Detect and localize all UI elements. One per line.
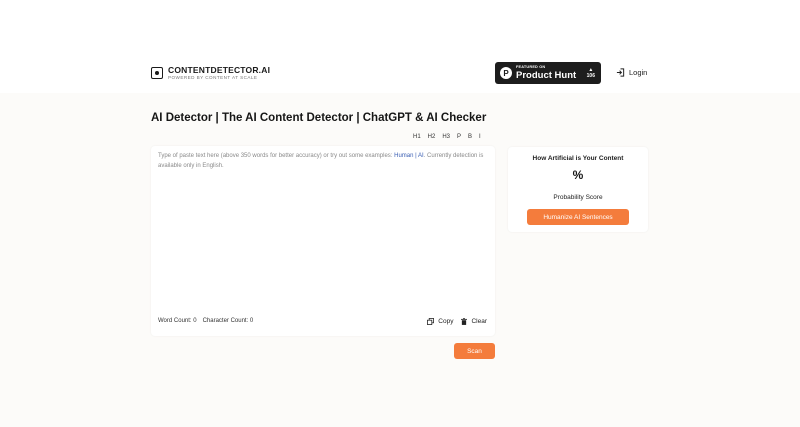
trash-icon — [461, 318, 468, 325]
format-h2-button[interactable]: H2 — [428, 134, 436, 140]
product-hunt-votes: ▲ 106 — [586, 66, 595, 79]
format-italic-button[interactable]: I — [479, 134, 481, 140]
format-p-button[interactable]: P — [457, 134, 461, 140]
copy-button[interactable]: Copy — [427, 318, 453, 325]
probability-score-label: Probability Score — [553, 194, 603, 201]
site-header: CONTENTDETECTOR.AI POWERED BY CONTENT AT… — [0, 0, 800, 93]
product-hunt-name: Product Hunt — [516, 69, 577, 81]
site-logo[interactable]: CONTENTDETECTOR.AI POWERED BY CONTENT AT… — [151, 66, 270, 81]
format-h1-button[interactable]: H1 — [413, 134, 421, 140]
login-icon — [616, 68, 625, 77]
logo-text: CONTENTDETECTOR.AI POWERED BY CONTENT AT… — [168, 66, 270, 81]
word-count: Word Count: 0 — [158, 318, 197, 324]
probability-percent: % — [572, 168, 584, 182]
text-editor[interactable]: Type of paste text here (above 350 words… — [151, 146, 495, 336]
format-bold-button[interactable]: B — [468, 134, 472, 140]
product-hunt-icon: P — [500, 67, 512, 79]
placeholder-text-before: Type of paste text here (above 350 words… — [158, 153, 395, 159]
editor-placeholder: Type of paste text here (above 350 words… — [158, 152, 493, 171]
format-h3-button[interactable]: H3 — [442, 134, 450, 140]
character-count: Character Count: 0 — [202, 318, 254, 324]
product-hunt-text: FEATURED ON Product Hunt — [516, 65, 577, 81]
logo-icon — [151, 67, 163, 80]
upvote-count: 106 — [586, 72, 595, 79]
clear-button[interactable]: Clear — [461, 318, 487, 325]
login-link[interactable]: Login — [616, 68, 647, 77]
logo-tagline: POWERED BY CONTENT AT SCALE — [168, 75, 258, 80]
result-title: How Artificial is Your Content — [532, 155, 624, 162]
editor-stats: Word Count: 0 Character Count: 0 — [158, 318, 253, 324]
humanize-ai-sentences-button[interactable]: Humanize AI Sentences — [527, 209, 629, 225]
page-title: AI Detector | The AI Content Detector | … — [151, 112, 487, 124]
copy-icon — [427, 318, 435, 325]
product-hunt-badge[interactable]: P FEATURED ON Product Hunt ▲ 106 — [495, 62, 601, 84]
upvote-arrow-icon: ▲ — [588, 66, 594, 73]
editor-actions: Copy Clear — [419, 318, 487, 325]
result-card: How Artificial is Your Content % Probabi… — [508, 147, 648, 232]
format-toolbar: H1 H2 H3 P B I — [413, 134, 481, 140]
example-human-link[interactable]: Human — [394, 153, 413, 159]
scan-button[interactable]: Scan — [454, 343, 495, 359]
login-label: Login — [629, 68, 648, 77]
logo-name: CONTENTDETECTOR.AI — [168, 65, 271, 75]
clear-label: Clear — [471, 318, 487, 325]
copy-label: Copy — [438, 318, 454, 325]
